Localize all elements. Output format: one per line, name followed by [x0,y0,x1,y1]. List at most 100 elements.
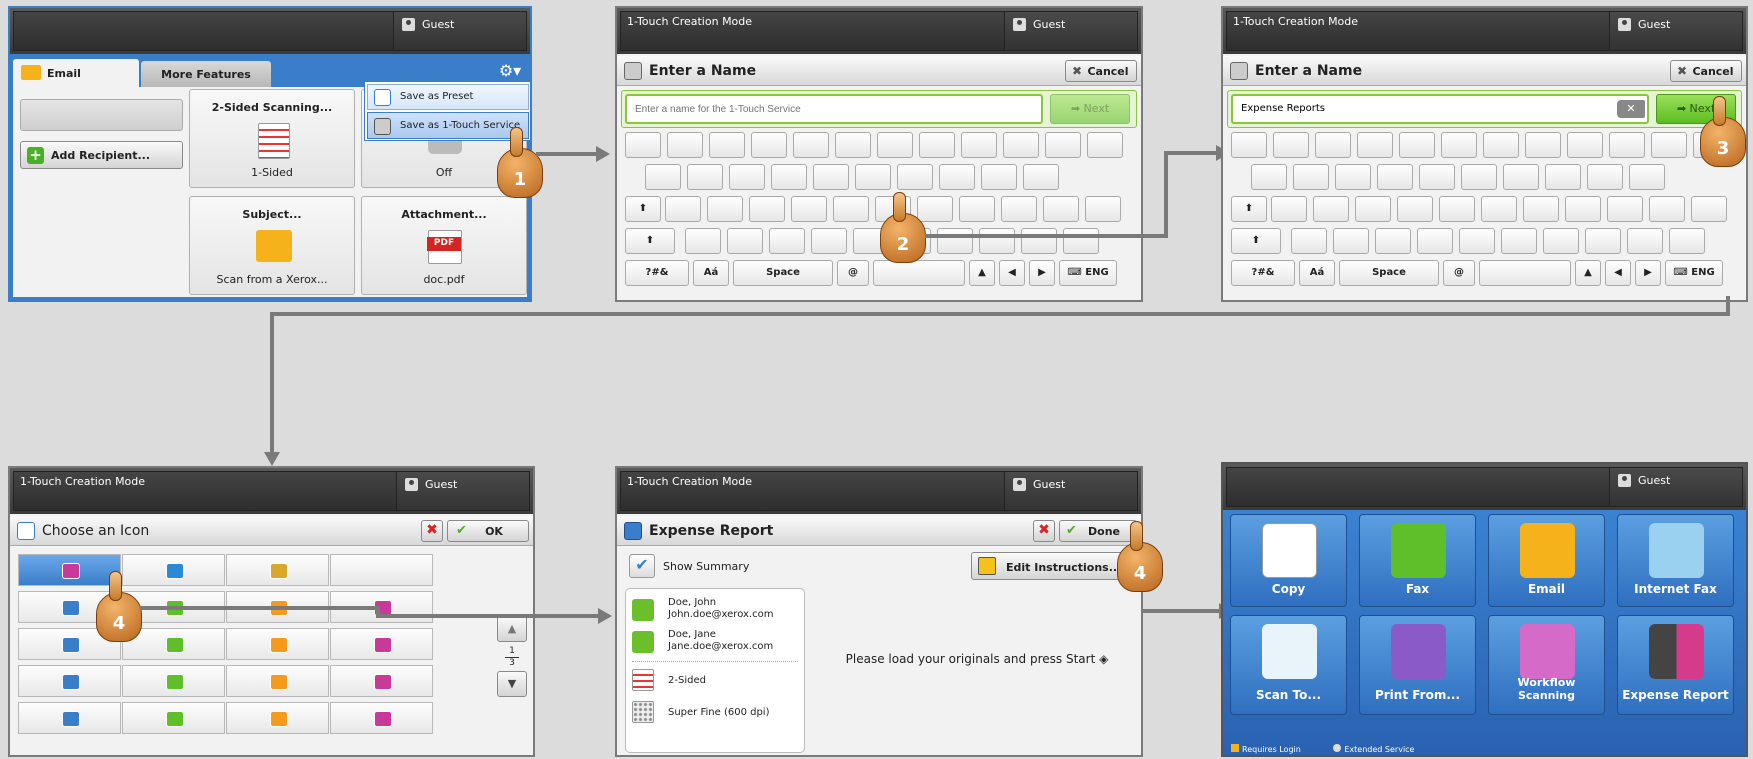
keyboard-key[interactable] [1543,228,1579,254]
keyboard-key[interactable] [1441,132,1477,158]
keyboard-key[interactable] [707,196,743,222]
edit-instructions-button[interactable]: Edit Instructions... [971,552,1131,580]
keyboard-key[interactable] [1085,196,1121,222]
recipient-row[interactable]: Doe, John John.doe@xerox.com [632,595,797,625]
language-key[interactable]: ⌨ ENG [1059,260,1117,286]
show-summary-toggle[interactable]: ✔ Show Summary [627,552,797,580]
symbols-key[interactable]: ?#& [625,260,689,286]
keyboard-key[interactable] [1585,228,1621,254]
subject-tile[interactable]: Subject... Scan from a Xerox... [189,196,355,295]
app-email[interactable]: Email [1488,514,1605,607]
keyboard-key[interactable] [1629,164,1665,190]
keyboard-key[interactable] [1375,228,1411,254]
at-key[interactable]: @ [1443,260,1475,286]
keyboard-key[interactable] [1501,228,1537,254]
app-workflow-scanning[interactable]: Workflow Scanning [1488,615,1605,715]
keyboard-key[interactable] [749,196,785,222]
keyboard-key[interactable] [665,196,701,222]
cancel-button[interactable]: ✖ Cancel [1065,60,1137,82]
cursor-right-key[interactable]: ▶ [1029,260,1055,286]
keyboard-key[interactable] [1525,132,1561,158]
icon-option[interactable] [122,665,225,697]
keyboard-key[interactable] [961,132,997,158]
keyboard-key[interactable] [1023,164,1059,190]
shift-lock-key[interactable]: ⬆ [1231,196,1267,222]
attachment-tile[interactable]: Attachment... PDF doc.pdf [361,196,527,295]
at-key[interactable]: @ [837,260,869,286]
scroll-up-button[interactable]: ▲ [497,616,527,642]
clear-input-button[interactable]: ✕ [1617,100,1645,118]
keyboard-key[interactable] [1315,132,1351,158]
icon-option[interactable] [330,665,433,697]
keyboard-key[interactable] [1001,196,1037,222]
icon-option[interactable] [18,665,121,697]
guest-login-button[interactable]: Guest [1609,467,1743,507]
cursor-up-key[interactable]: ▲ [1575,260,1601,286]
guest-login-button[interactable]: Guest [1004,471,1138,511]
keyboard-key[interactable] [1609,132,1645,158]
keyboard-key[interactable] [1045,132,1081,158]
name-input[interactable] [625,94,1043,124]
keyboard-key[interactable] [751,132,787,158]
keyboard-key[interactable] [959,196,995,222]
keyboard-key[interactable] [1355,196,1391,222]
keyboard-key[interactable] [855,164,891,190]
text-field-key[interactable] [873,260,965,286]
symbols-key[interactable]: ?#& [1231,260,1295,286]
keyboard-key[interactable] [1483,132,1519,158]
icon-option[interactable] [18,554,121,586]
tab-email[interactable]: Email [13,59,139,87]
keyboard-key[interactable] [1377,164,1413,190]
keyboard-key[interactable] [685,228,721,254]
language-key[interactable]: ⌨ ENG [1665,260,1723,286]
icon-option[interactable] [330,628,433,660]
keyboard-key[interactable] [729,164,765,190]
keyboard-key[interactable] [897,164,933,190]
guest-login-button[interactable]: Guest [396,471,530,511]
keyboard-key[interactable] [813,164,849,190]
cursor-left-key[interactable]: ◀ [1605,260,1631,286]
keyboard-key[interactable] [919,132,955,158]
keyboard-key[interactable] [771,164,807,190]
keyboard-key[interactable] [1627,228,1663,254]
text-field-key[interactable] [1479,260,1571,286]
space-key[interactable]: Space [733,260,833,286]
recipient-row[interactable]: Doe, Jane Jane.doe@xerox.com [632,627,797,657]
keyboard-key[interactable] [1291,228,1327,254]
keyboard-key[interactable] [1461,164,1497,190]
close-button[interactable]: ✖ [1033,520,1055,542]
app-expense-report[interactable]: Expense Report [1617,615,1734,715]
shift-key[interactable]: ⬆ [1231,228,1281,254]
menu-item-save-as-preset[interactable]: Save as Preset [367,84,529,110]
icon-option[interactable] [122,702,225,734]
keyboard-key[interactable] [793,132,829,158]
icon-option[interactable] [330,554,433,586]
keyboard-key[interactable] [835,132,871,158]
keyboard-key[interactable] [1003,132,1039,158]
keyboard-key[interactable] [727,228,763,254]
keyboard-key[interactable] [1545,164,1581,190]
keyboard-key[interactable] [1335,164,1371,190]
ok-button[interactable]: ✔ OK [447,520,529,542]
recipient-field[interactable] [20,99,183,131]
keyboard-key[interactable] [667,132,703,158]
app-print-from[interactable]: Print From... [1359,615,1476,715]
keyboard-key[interactable] [1293,164,1329,190]
app-internet-fax[interactable]: Internet Fax [1617,514,1734,607]
keyboard-key[interactable] [625,132,661,158]
keyboard-key[interactable] [769,228,805,254]
icon-option[interactable] [330,702,433,734]
keyboard-key[interactable] [1691,196,1727,222]
cursor-left-key[interactable]: ◀ [999,260,1025,286]
add-recipient-button[interactable]: + Add Recipient... [20,141,183,169]
keyboard-key[interactable] [1273,132,1309,158]
keyboard-key[interactable] [1669,228,1705,254]
app-copy[interactable]: Copy [1230,514,1347,607]
keyboard-key[interactable] [1251,164,1287,190]
icon-option[interactable] [18,702,121,734]
guest-login-button[interactable]: Guest [1609,11,1743,51]
keyboard-key[interactable] [687,164,723,190]
keyboard-key[interactable] [1087,132,1123,158]
cursor-up-key[interactable]: ▲ [969,260,995,286]
app-fax[interactable]: Fax [1359,514,1476,607]
